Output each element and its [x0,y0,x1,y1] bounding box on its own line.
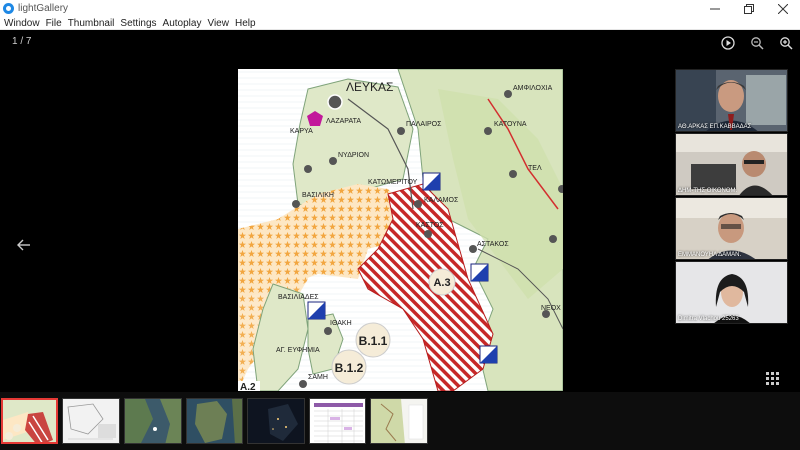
thumbnail-image [310,399,365,443]
thumbnail-image [63,399,119,443]
blue-square-marker [307,301,326,320]
label-kastos: ΚΑΣΤΟΣ [416,222,444,229]
restore-icon [744,3,754,14]
label-palairos: ΠΑΛΑΙΡΟΣ [406,121,442,128]
menu-settings[interactable]: Settings [117,17,159,30]
slide-counter: 1 / 7 [12,36,32,47]
city-marker [327,94,343,110]
label-vasiliades: ΒΑΣΙΛΙΑΔΕΣ [278,294,319,301]
thumbnail-image [248,399,304,443]
blue-square-marker [422,172,441,191]
participant-tile[interactable]: ΔΗΜ-ΤΗΣ ΟΙΚΟΝΟΜ. [675,133,788,196]
participant-video [676,70,787,131]
label-ithaki: ΙΘΑΚΗ [330,320,352,327]
label-nydri: ΝΥΔΡΙΟΝ [338,152,369,159]
minimize-icon [710,8,720,9]
participant-tile[interactable]: Dimitra Vlachou 25263 [675,261,788,324]
label-katomeritos: ΚΑΤΩΜΕΡΙΤΟΥ [368,179,418,186]
main-slide-image[interactable]: A.3 B.1.1 B.1.2 A.2 ΛΕΥΚΑΣ ΛΑΖΑΡΑΤΑ ΚΑΡΥ… [238,69,563,391]
thumbnail-4[interactable] [186,398,243,444]
blue-square-marker [479,345,498,364]
label-lazarata: ΛΑΖΑΡΑΤΑ [326,118,361,125]
zone-b12-label: B.1.2 [335,361,364,375]
menu-file[interactable]: File [43,17,65,30]
label-katouna: ΚΑΤΟΥΝΑ [494,121,527,128]
participant-video [676,262,787,323]
play-icon [720,36,735,50]
minimize-button[interactable] [698,0,732,17]
arrow-left-icon [17,239,30,251]
participant-tile[interactable]: ΑΘ.ΑΡΚΑΣ ΕΠ.ΚΑΒΒΑΔΑΣ [675,69,788,132]
menu-autoplay[interactable]: Autoplay [160,17,205,30]
zoom-in-icon [779,37,793,50]
menu-thumbnail[interactable]: Thumbnail [65,17,118,30]
thumbnail-image [3,400,56,442]
blue-square-marker [470,263,489,282]
label-karya: ΚΑΡΥΑ [290,128,313,135]
grid-view-icon [766,372,779,385]
zone-a2-label: A.2 [240,382,256,391]
label-sami: ΣΑΜΗ [308,374,328,381]
thumbnail-7[interactable] [370,398,428,444]
participant-panel: ΑΘ.ΑΡΚΑΣ ΕΠ.ΚΑΒΒΑΔΑΣ ΔΗΜ-ΤΗΣ ΟΙΚΟΝΟΜ. ΕΜ… [675,69,788,325]
window-title: lightGallery [18,3,69,14]
menu-help[interactable]: Help [232,17,259,30]
maximize-button[interactable] [732,0,766,17]
label-vasiliki: ΒΑΣΙΛΙΚΗ [302,192,334,199]
thumbnail-strip [0,392,800,450]
participant-name: ΕΜΜΑΝΟΥΗΛ ΔΑΜΑΝ. [678,252,742,258]
label-tel: ΤΕΛ [528,165,542,172]
participant-video [676,134,787,195]
thumbnail-3[interactable] [124,398,182,444]
zoom-out-icon [750,37,764,50]
thumbnail-image [187,399,242,443]
title-bar: lightGallery [0,0,800,17]
close-button[interactable] [766,0,800,17]
previous-button[interactable] [14,235,34,255]
grid-view-button[interactable] [765,371,781,387]
participant-tile[interactable]: ΕΜΜΑΝΟΥΗΛ ΔΑΜΑΝ. [675,197,788,260]
label-astakos: ΑΣΤΑΚΟΣ [477,241,509,248]
label-agia-efthymia: ΑΓ. ΕΥΦΗΜΙΑ [276,347,320,354]
label-neo: ΝΕΟΧ [541,305,561,312]
label-kalamos: ΚΑΛΑΜΟΣ [424,197,459,204]
participant-video [676,198,787,259]
label-amfilochia: ΑΜΦΙΛΟΧΙΑ [513,85,553,92]
thumbnail-2[interactable] [62,398,120,444]
zone-a3-label: A.3 [433,277,450,289]
thumbnail-1[interactable] [1,398,58,444]
planning-map: A.3 B.1.1 B.1.2 A.2 ΛΕΥΚΑΣ ΛΑΖΑΡΑΤΑ ΚΑΡΥ… [238,69,563,391]
thumbnail-image [125,399,181,443]
menu-bar: Window File Thumbnail Settings Autoplay … [0,17,800,30]
zoom-out-button[interactable] [742,34,771,52]
zone-b11-label: B.1.1 [359,334,388,348]
close-icon [778,3,788,14]
menu-window[interactable]: Window [0,17,43,30]
zoom-in-button[interactable] [771,34,800,52]
window-controls [698,0,800,17]
menu-view[interactable]: View [204,17,232,30]
participant-name: ΑΘ.ΑΡΚΑΣ ΕΠ.ΚΑΒΒΑΔΑΣ [678,124,752,130]
participant-name: Dimitra Vlachou 25263 [678,316,739,322]
gallery-viewer: 1 / 7 A.3 B.1.1 B.1.2 A.2 ΛΕΥΚΑΣ ΛΑΖΑΡΑΤ… [0,30,800,392]
viewer-toolbar [713,34,800,52]
autoplay-button[interactable] [713,34,742,52]
participant-name: ΔΗΜ-ΤΗΣ ΟΙΚΟΝΟΜ. [678,188,738,194]
label-lefkas: ΛΕΥΚΑΣ [346,80,393,94]
thumbnail-5[interactable] [247,398,305,444]
thumbnail-6[interactable] [309,398,366,444]
lightgallery-app-icon [3,3,14,14]
thumbnail-image [371,399,427,443]
